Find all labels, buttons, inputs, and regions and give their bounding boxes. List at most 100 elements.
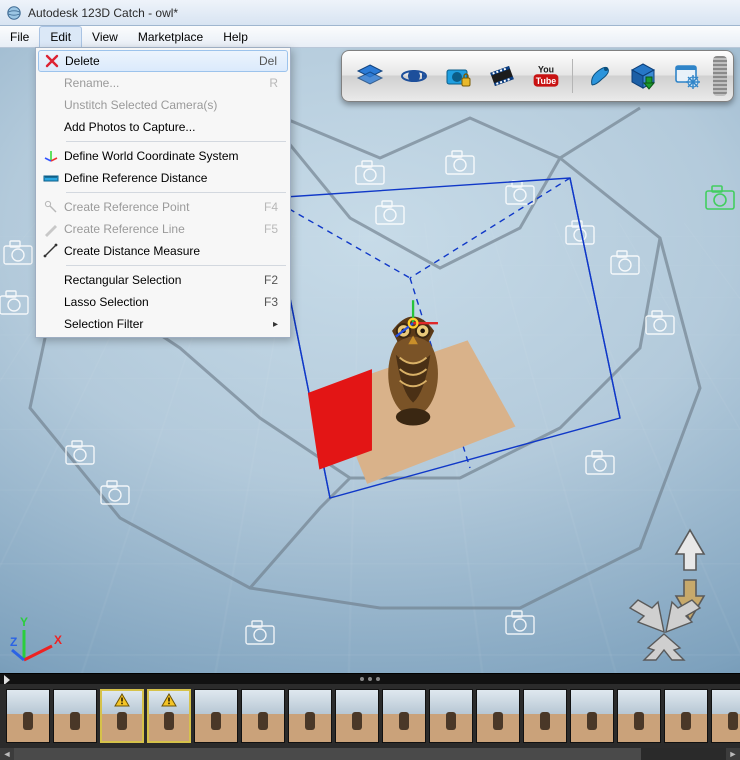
camera-gizmo[interactable] — [440, 148, 480, 180]
menu-file[interactable]: File — [0, 26, 39, 47]
scroll-thumb[interactable] — [14, 748, 641, 760]
edit-lasso-selection[interactable]: Lasso Selection F3 — [38, 291, 288, 313]
camera-gizmo[interactable] — [0, 288, 34, 320]
camera-gizmo[interactable] — [640, 308, 680, 340]
axes-rgb-icon — [38, 145, 64, 167]
edit-create-refline: Create Reference Line F5 — [38, 218, 288, 240]
tool-film[interactable] — [482, 56, 522, 96]
edit-create-refpoint: Create Reference Point F4 — [38, 196, 288, 218]
toolbar-separator — [572, 59, 573, 93]
scroll-right-button[interactable]: ► — [726, 748, 740, 760]
app-icon — [6, 5, 22, 21]
filmstrip-thumb[interactable] — [53, 689, 97, 743]
edit-unstitch-label: Unstitch Selected Camera(s) — [64, 98, 278, 112]
filmstrip-thumb[interactable] — [476, 689, 520, 743]
filmstrip-thumb[interactable] — [429, 689, 473, 743]
filmstrip-collapse-handle[interactable] — [0, 673, 740, 684]
edit-rect-selection-accel: F2 — [256, 273, 278, 287]
filmstrip-thumb[interactable] — [664, 689, 708, 743]
view-nav-arrows[interactable] — [604, 524, 724, 664]
edit-lasso-selection-label: Lasso Selection — [64, 295, 256, 309]
camera-gizmo[interactable] — [580, 448, 620, 480]
edit-selection-filter-label: Selection Filter — [64, 317, 267, 331]
toolbar-grip[interactable] — [713, 56, 727, 96]
drag-dots-icon — [355, 677, 385, 681]
filmstrip-thumb[interactable] — [523, 689, 567, 743]
edit-create-distmeasure[interactable]: Create Distance Measure — [38, 240, 288, 262]
filmstrip-thumb[interactable] — [147, 689, 191, 743]
filmstrip-thumb[interactable] — [335, 689, 379, 743]
edit-add-photos[interactable]: Add Photos to Capture... — [38, 116, 288, 138]
edit-rect-selection[interactable]: Rectangular Selection F2 — [38, 269, 288, 291]
filmstrip-thumb[interactable] — [100, 689, 144, 743]
axis-x-label: X — [54, 633, 62, 647]
edit-create-refline-label: Create Reference Line — [64, 222, 256, 236]
tool-orbit[interactable] — [394, 56, 434, 96]
menubar: File Edit View Marketplace Help — [0, 26, 740, 48]
filmstrip-thumb[interactable] — [6, 689, 50, 743]
tool-window-gear[interactable] — [667, 56, 707, 96]
menu-edit[interactable]: Edit — [39, 26, 82, 47]
edit-create-refpoint-accel: F4 — [256, 200, 278, 214]
photo-filmstrip[interactable] — [0, 684, 740, 748]
camera-gizmo[interactable] — [0, 238, 38, 270]
pin-icon — [38, 196, 64, 218]
edit-add-photos-label: Add Photos to Capture... — [64, 120, 278, 134]
edit-create-distmeasure-label: Create Distance Measure — [64, 244, 278, 258]
tool-layers[interactable] — [350, 56, 390, 96]
filmstrip-thumb[interactable] — [382, 689, 426, 743]
edit-define-refdist-label: Define Reference Distance — [64, 171, 278, 185]
camera-gizmo-selected[interactable] — [700, 183, 740, 215]
edit-rect-selection-label: Rectangular Selection — [64, 273, 256, 287]
orientation-axes-widget[interactable]: X Y Z — [10, 612, 68, 670]
filmstrip-thumb[interactable] — [194, 689, 238, 743]
tool-marker[interactable] — [579, 56, 619, 96]
camera-gizmo[interactable] — [370, 198, 410, 230]
filmstrip-thumb[interactable] — [711, 689, 740, 743]
edit-define-wcs-label: Define World Coordinate System — [64, 149, 278, 163]
menu-help[interactable]: Help — [213, 26, 258, 47]
filmstrip-scrollbar[interactable]: ◄ ► — [0, 748, 740, 760]
edit-delete[interactable]: Delete Del — [38, 50, 288, 72]
warning-icon — [114, 693, 130, 707]
scroll-track[interactable] — [14, 748, 726, 760]
filmstrip-thumb[interactable] — [288, 689, 332, 743]
camera-gizmo[interactable] — [605, 248, 645, 280]
svg-text:Tube: Tube — [536, 76, 556, 86]
filmstrip-thumb[interactable] — [570, 689, 614, 743]
axis-z-label: Z — [10, 635, 17, 649]
window-title: Autodesk 123D Catch - owl* — [28, 6, 178, 20]
menu-separator — [66, 192, 286, 193]
camera-gizmo[interactable] — [240, 618, 280, 650]
camera-gizmo[interactable] — [500, 178, 540, 210]
tool-youtube[interactable]: You Tube — [526, 56, 566, 96]
menu-view[interactable]: View — [82, 26, 128, 47]
camera-gizmo[interactable] — [60, 438, 100, 470]
menu-separator — [66, 141, 286, 142]
edit-define-refdist[interactable]: Define Reference Distance — [38, 167, 288, 189]
camera-gizmo[interactable] — [95, 478, 135, 510]
edit-delete-accel: Del — [251, 54, 277, 68]
tool-cube-download[interactable] — [623, 56, 663, 96]
tool-camera-lock[interactable] — [438, 56, 478, 96]
axis-y-label: Y — [20, 615, 28, 629]
window-titlebar: Autodesk 123D Catch - owl* — [0, 0, 740, 26]
camera-gizmo[interactable] — [560, 218, 600, 250]
edit-create-refline-accel: F5 — [256, 222, 278, 236]
filmstrip-thumb[interactable] — [617, 689, 661, 743]
main-toolbar: You Tube — [341, 50, 734, 102]
measure-icon — [38, 240, 64, 262]
camera-gizmo[interactable] — [500, 608, 540, 640]
edit-delete-label: Delete — [65, 54, 251, 68]
menu-marketplace[interactable]: Marketplace — [128, 26, 213, 47]
camera-gizmo[interactable] — [405, 378, 445, 410]
edit-define-wcs[interactable]: Define World Coordinate System — [38, 145, 288, 167]
filmstrip-thumb[interactable] — [241, 689, 285, 743]
ruler-icon — [38, 167, 64, 189]
edit-selection-filter[interactable]: Selection Filter — [38, 313, 288, 335]
camera-gizmo[interactable] — [350, 158, 390, 190]
edit-lasso-selection-accel: F3 — [256, 295, 278, 309]
edit-rename-accel: R — [261, 76, 278, 90]
delete-x-icon — [39, 50, 65, 72]
scroll-left-button[interactable]: ◄ — [0, 748, 14, 760]
